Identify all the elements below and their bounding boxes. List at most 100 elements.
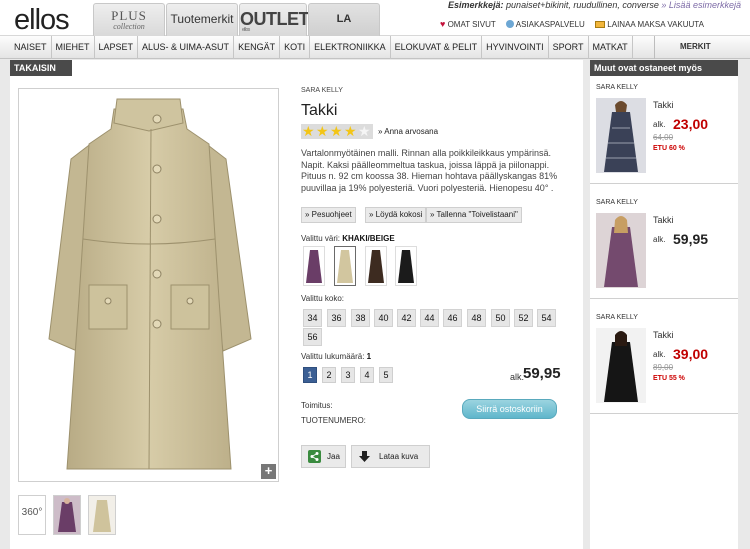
swatch-brown[interactable] — [365, 246, 387, 286]
size-option[interactable]: 48 — [467, 309, 486, 327]
recommendation-item[interactable]: SARA KELLY Takki alk. 39,00 89,00 ETU 55… — [590, 306, 738, 414]
rec-price-prefix: alk. — [653, 120, 666, 129]
thumbnail-purple[interactable] — [53, 495, 81, 535]
size-option[interactable]: 34 — [303, 309, 322, 327]
color-label: Valittu väri: — [301, 234, 340, 243]
rec-brand: SARA KELLY — [596, 199, 638, 206]
swatch-black[interactable] — [395, 246, 417, 286]
swatch-beige[interactable] — [334, 246, 356, 286]
main-nav: NAISET MIEHET LAPSET ALUS- & UIMA-ASUT KENGÄ… — [0, 36, 750, 59]
search-examples-text: punaiset+bikinit, ruudullinen, converse — [503, 0, 659, 10]
color-label-row: Valittu väri: KHAKI/BEIGE — [301, 234, 395, 243]
nav-items: NAISET MIEHET LAPSET ALUS- & UIMA-ASUT KENGÄ… — [10, 36, 633, 59]
nav-item[interactable]: KOTI — [280, 36, 311, 59]
rec-price-prefix: alk. — [653, 350, 666, 359]
share-button[interactable]: Jaa — [301, 445, 346, 468]
omat-sivut-label: OMAT SIVUT — [447, 20, 496, 29]
size-option[interactable]: 38 — [351, 309, 370, 327]
quantity-option[interactable]: 4 — [360, 367, 374, 383]
swatch-black-image — [398, 250, 414, 283]
price-prefix: alk. — [510, 372, 525, 382]
tab-plus-collection[interactable]: PLUS collection — [93, 3, 165, 36]
product-price: 59,95 — [523, 365, 561, 382]
recommendation-item[interactable]: SARA KELLY Takki alk. 23,00 64,00 ETU 60… — [590, 76, 738, 184]
rec-price: 39,00 — [673, 346, 709, 362]
view-360-button[interactable]: 360° — [18, 495, 46, 535]
size-option[interactable]: 44 — [420, 309, 439, 327]
pesuohjeet-button[interactable]: » Pesuohjeet — [301, 207, 356, 223]
nav-item[interactable]: HYVINVOINTI — [482, 36, 549, 59]
search-examples: Esimerkkejä: punaiset+bikinit, ruudullin… — [448, 0, 750, 14]
rate-link[interactable]: » Anna arvosana — [378, 127, 438, 136]
size-label: Valittu koko: — [301, 294, 344, 303]
nav-item[interactable]: KENGÄT — [234, 36, 281, 59]
size-option[interactable]: 54 — [537, 309, 556, 327]
share-icon — [308, 450, 321, 463]
thumbnail-purple-image — [54, 496, 80, 534]
swatch-brown-image — [368, 250, 384, 283]
recommendations-title: Muut ovat ostaneet myös — [590, 60, 738, 76]
product-image[interactable]: + — [18, 88, 279, 482]
rec-image — [596, 213, 646, 288]
product-description: Vartalonmyötäinen malli. Rinnan alla poi… — [301, 148, 558, 193]
size-option[interactable]: 52 — [514, 309, 533, 327]
merkit-menu[interactable]: MERKIT — [654, 36, 750, 59]
rating-stars: ★ ★ ★ ★ ★ — [301, 124, 373, 139]
size-option[interactable]: 40 — [374, 309, 393, 327]
customer-service-icon — [505, 20, 514, 28]
quantity-option[interactable]: 2 — [322, 367, 336, 383]
page: ellos PLUS collection Tuotemerkit ellos … — [0, 0, 750, 549]
tab-la-redoute[interactable]: LA REDOUTE — [308, 3, 380, 56]
color-value: KHAKI/BEIGE — [342, 234, 395, 243]
quantity-option[interactable]: 5 — [379, 367, 393, 383]
save-wishlist-button[interactable]: » Tallenna "Toivelistaani" — [426, 207, 522, 223]
rec-image — [596, 98, 646, 173]
size-option[interactable]: 42 — [397, 309, 416, 327]
swatch-purple[interactable] — [303, 246, 325, 286]
nav-item[interactable]: MATKAT — [589, 36, 633, 59]
quantity-option[interactable]: 1 — [303, 367, 317, 383]
rec-discount: ETU 55 % — [653, 375, 685, 382]
top-links: ♥ OMAT SIVUT ASIAKASPALVELU LAINAA MAKSA… — [440, 19, 750, 33]
zoom-button[interactable]: + — [261, 464, 276, 479]
asiakaspalvelu-label: ASIAKASPALVELU — [515, 20, 585, 29]
omat-sivut-link[interactable]: ♥ OMAT SIVUT — [440, 19, 496, 29]
nav-item[interactable]: ELEKTRONIIKKA — [310, 36, 391, 59]
tuotenumero-label: TUOTENUMERO: — [301, 416, 366, 425]
ellos-logo[interactable]: ellos — [14, 4, 70, 37]
more-examples-link[interactable]: » Lisää esimerkkejä — [661, 0, 741, 10]
tab-tuotemerkit[interactable]: Tuotemerkit — [166, 3, 238, 36]
find-size-button[interactable]: » Löydä kokosi — [365, 207, 427, 223]
nav-item[interactable]: SPORT — [549, 36, 589, 59]
tab-outlet[interactable]: ellos OUTLET — [239, 3, 310, 36]
plus-sub-label: collection — [113, 22, 145, 31]
outlet-label: OUTLET — [240, 9, 310, 29]
add-to-cart-button[interactable]: Siirrä ostoskoriin — [462, 399, 557, 419]
nav-item[interactable]: ALUS- & UIMA-ASUT — [138, 36, 235, 59]
rec-name: Takki — [653, 215, 674, 225]
nav-item[interactable]: MIEHET — [52, 36, 95, 59]
size-option[interactable]: 56 — [303, 328, 322, 346]
nav-item[interactable]: NAISET — [10, 36, 52, 59]
recommendation-item[interactable]: SARA KELLY Takki alk. 59,95 — [590, 191, 738, 299]
lainaa-link[interactable]: LAINAA MAKSA VAKUUTA — [595, 20, 704, 29]
thumbnail-beige-image — [89, 496, 115, 534]
size-option[interactable]: 50 — [491, 309, 510, 327]
size-option[interactable]: 36 — [327, 309, 346, 327]
product-brand[interactable]: SARA KELLY — [301, 87, 343, 94]
quantity-option[interactable]: 3 — [341, 367, 355, 383]
nav-item[interactable]: ELOKUVAT & PELIT — [391, 36, 483, 59]
qty-label-row: Valittu lukumäärä: 1 — [301, 352, 371, 361]
heart-icon: ♥ — [440, 19, 446, 29]
rec-old-price: 89,00 — [653, 363, 674, 372]
nav-item[interactable]: LAPSET — [95, 36, 139, 59]
rec-name: Takki — [653, 100, 674, 110]
back-button[interactable]: TAKAISIN — [10, 60, 72, 76]
toimitus-label: Toimitus: — [301, 401, 333, 410]
size-option[interactable]: 46 — [443, 309, 462, 327]
thumbnail-beige[interactable] — [88, 495, 116, 535]
rec-brand: SARA KELLY — [596, 84, 638, 91]
asiakaspalvelu-link[interactable]: ASIAKASPALVELU — [505, 20, 585, 29]
download-image-button[interactable]: Lataa kuva — [351, 445, 430, 468]
lainaa-label: LAINAA MAKSA VAKUUTA — [607, 20, 704, 29]
